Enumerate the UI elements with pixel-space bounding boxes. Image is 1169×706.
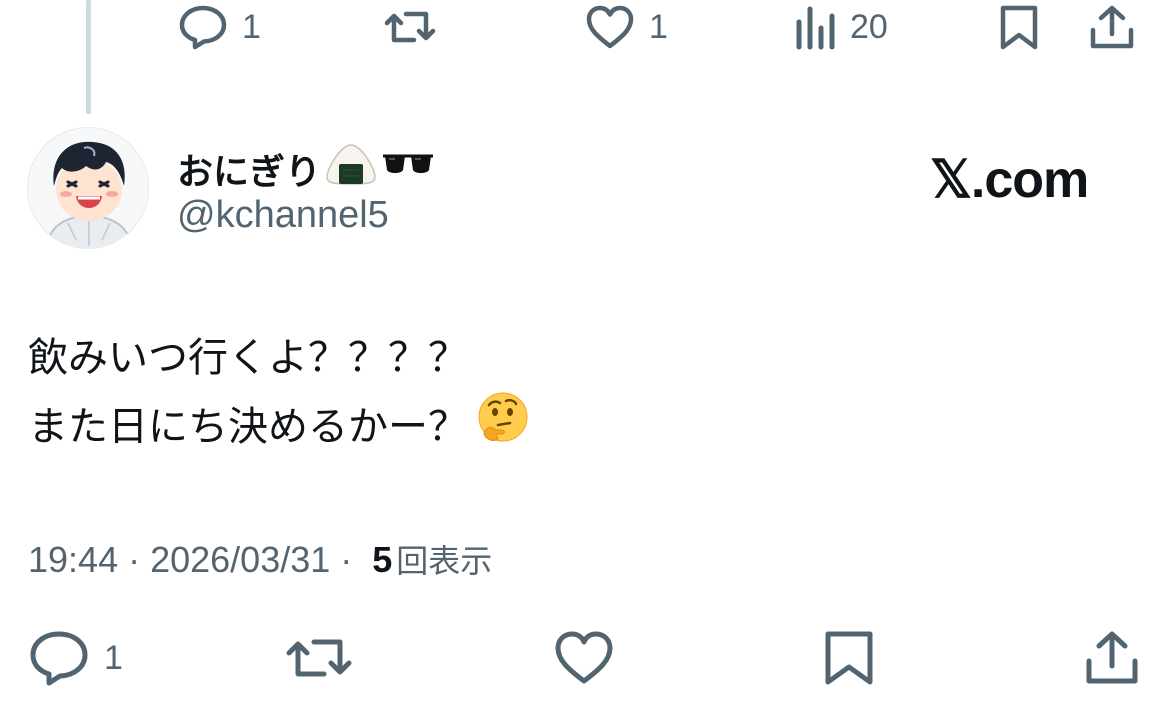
reply-count: 1 — [242, 8, 261, 46]
repost-button[interactable] — [384, 4, 436, 50]
reply-button[interactable]: 1 — [28, 630, 123, 686]
share-button[interactable] — [1088, 4, 1136, 50]
tweet-text-line: また日にち決めるかー？ — [28, 390, 530, 463]
display-name-text: おにぎり — [177, 151, 322, 193]
like-count: 1 — [649, 8, 668, 46]
share-icon — [1084, 630, 1140, 686]
views-button[interactable]: 20 — [794, 4, 888, 50]
author-display-name[interactable]: おにぎり — [177, 142, 435, 195]
thinking-face-emoji-icon — [476, 390, 530, 463]
tweet-action-bar: 1 — [0, 624, 1169, 686]
tweet-text-line-1: 飲みいつ行くよ？？？？ — [28, 335, 468, 381]
heart-icon — [585, 4, 635, 50]
tweet-text-line-2: また日にち決めるかー？ — [28, 403, 468, 450]
views-label: 回表示 — [396, 542, 493, 580]
bookmark-button[interactable] — [998, 4, 1040, 50]
tweet-timestamp[interactable]: 19:44 · 2026/03/31 · — [28, 539, 352, 581]
parent-tweet-action-bar: 1 1 20 — [0, 0, 1169, 56]
reply-button[interactable]: 1 — [178, 4, 261, 50]
repost-button[interactable] — [286, 630, 352, 686]
author-handle[interactable]: @kchannel5 — [177, 194, 389, 237]
view-count: 20 — [850, 8, 888, 46]
x-com-watermark: 𝕏.com — [930, 151, 1089, 209]
bookmark-icon — [998, 4, 1040, 50]
reply-count: 1 — [104, 639, 123, 677]
sunglasses-emoji-icon — [381, 148, 435, 189]
share-button[interactable] — [1084, 630, 1140, 686]
views-count: 5 — [372, 539, 393, 580]
avatar[interactable] — [27, 127, 149, 249]
tweet-meta: 19:44 · 2026/03/31 · 5 回表示 — [28, 536, 492, 582]
bookmark-icon — [822, 630, 876, 686]
analytics-icon — [794, 4, 836, 50]
reply-icon — [28, 630, 90, 686]
repost-icon — [384, 4, 436, 50]
repost-icon — [286, 630, 352, 686]
reply-icon — [178, 4, 228, 50]
avatar-image — [28, 128, 148, 248]
heart-icon — [553, 630, 615, 686]
tweet-text: 飲みいつ行くよ？？？？ また日にち決めるかー？ — [28, 326, 530, 463]
like-button[interactable] — [553, 630, 615, 686]
tweet-text-line: 飲みいつ行くよ？？？？ — [28, 326, 530, 390]
like-button[interactable]: 1 — [585, 4, 668, 50]
rice-ball-emoji-icon — [325, 142, 377, 195]
share-icon — [1088, 4, 1136, 50]
bookmark-button[interactable] — [822, 630, 876, 686]
